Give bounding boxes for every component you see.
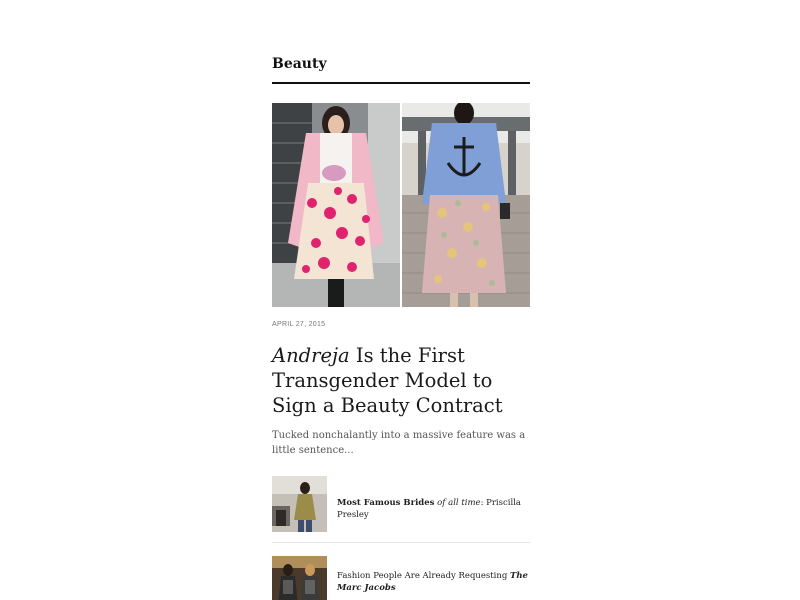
teaser-item[interactable]: Fashion People Are Already Requesting Th… — [272, 556, 530, 600]
teaser-thumbnail[interactable] — [272, 556, 327, 600]
article-excerpt: Tucked nonchalantly into a massive featu… — [272, 430, 526, 456]
teaser-title: Most Famous Brides of all time: Priscill… — [337, 497, 530, 521]
article-headline[interactable]: Andreja Is the First Transgender Model t… — [272, 343, 534, 418]
headline-italic-name: Andreja — [272, 344, 350, 367]
teaser-title-bold: Most Famous Brides — [337, 498, 435, 508]
teaser-title-italic: of all time — [434, 498, 481, 508]
section-title[interactable]: Beauty — [272, 56, 327, 72]
teaser-divider — [272, 542, 530, 543]
teaser-item[interactable]: Most Famous Brides of all time: Priscill… — [272, 476, 530, 532]
teaser-title-text: Fashion People Are Already Requesting — [337, 571, 511, 581]
teaser-title: Fashion People Are Already Requesting Th… — [337, 570, 530, 594]
feature-image[interactable] — [272, 103, 530, 307]
teaser-thumbnail[interactable] — [272, 476, 327, 532]
article-date: APRIL 27, 2015 — [272, 321, 326, 328]
section-divider — [272, 82, 530, 84]
